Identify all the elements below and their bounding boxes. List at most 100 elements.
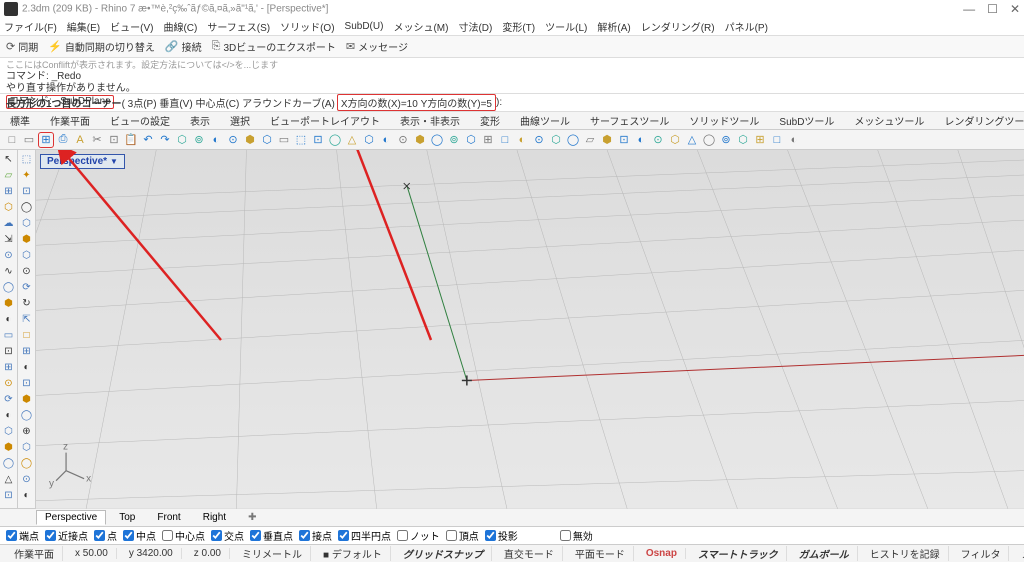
tool-i1[interactable]: ⬡: [174, 132, 190, 148]
tool-new[interactable]: □: [4, 132, 20, 148]
st2-13[interactable]: ◐: [19, 360, 34, 375]
st1-8[interactable]: ◯: [1, 280, 16, 295]
st2-15[interactable]: ⬢: [19, 392, 34, 407]
tool-i8[interactable]: ⬚: [293, 132, 309, 148]
prompt-options[interactable]: ( 3点(P) 垂直(V) 中心点(C) アラウンドカーブ(A): [122, 95, 335, 110]
message-button[interactable]: ✉メッセージ: [346, 39, 408, 54]
tool-i33[interactable]: ⊚: [718, 132, 734, 148]
st1-20[interactable]: △: [1, 472, 16, 487]
tool-i9[interactable]: ⊡: [310, 132, 326, 148]
osnap-mid-cb[interactable]: [123, 530, 134, 541]
st1-14[interactable]: ⊙: [1, 376, 16, 391]
st1-16[interactable]: ◐: [1, 408, 16, 423]
tool-i5[interactable]: ⬢: [242, 132, 258, 148]
osnap-cen[interactable]: 中心点: [162, 528, 205, 543]
status-smarttrack[interactable]: スマートトラック: [690, 546, 787, 561]
tab-rendertools[interactable]: レンダリングツール: [938, 113, 1024, 128]
tab-select[interactable]: 選択: [224, 113, 256, 128]
tab-surfacetools[interactable]: サーフェスツール: [584, 113, 675, 128]
tool-i21[interactable]: ◐: [514, 132, 530, 148]
tool-i22[interactable]: ⊙: [531, 132, 547, 148]
menu-analyze[interactable]: 解析(A): [597, 19, 630, 34]
st2-12[interactable]: ⊞: [19, 344, 34, 359]
tab-viewset[interactable]: ビューの設定: [104, 113, 176, 128]
st2-5[interactable]: ⬢: [19, 232, 34, 247]
osnap-quad-cb[interactable]: [338, 530, 349, 541]
tool-i19[interactable]: ⊞: [480, 132, 496, 148]
osnap-quad[interactable]: 四半円点: [338, 528, 391, 543]
status-gumball[interactable]: ガムボール: [791, 546, 858, 561]
tool-i32[interactable]: ◯: [701, 132, 717, 148]
menu-panels[interactable]: パネル(P): [725, 19, 768, 34]
tool-i20[interactable]: □: [497, 132, 513, 148]
status-filter[interactable]: フィルタ: [953, 546, 1010, 561]
osnap-vertex-cb[interactable]: [446, 530, 457, 541]
tool-i31[interactable]: △: [684, 132, 700, 148]
tool-i25[interactable]: ▱: [582, 132, 598, 148]
tab-visibility[interactable]: 表示・非表示: [394, 113, 466, 128]
menu-transform[interactable]: 変形(T): [502, 19, 535, 34]
tool-i24[interactable]: ◯: [565, 132, 581, 148]
tool-i37[interactable]: ◐: [786, 132, 802, 148]
tool-i16[interactable]: ◯: [429, 132, 445, 148]
autoswitch-button[interactable]: ⚡自動同期の切り替え: [48, 39, 155, 54]
tab-meshtools[interactable]: メッシュツール: [848, 113, 930, 128]
tool-cut[interactable]: ✂: [89, 132, 105, 148]
tool-i14[interactable]: ⊙: [395, 132, 411, 148]
menu-surface[interactable]: サーフェス(S): [207, 19, 270, 34]
tool-subdplane[interactable]: ⊞: [38, 132, 54, 148]
viewtab-front[interactable]: Front: [148, 510, 189, 525]
st2-18[interactable]: ⬡: [19, 440, 34, 455]
connect-button[interactable]: 🔗接続: [165, 39, 202, 54]
tab-subdtools[interactable]: SubDツール: [773, 113, 840, 128]
prompt-xy-options[interactable]: X方向の数(X)=10 Y方向の数(Y)=5: [337, 94, 496, 111]
tool-i7[interactable]: ▭: [276, 132, 292, 148]
tab-transform[interactable]: 変形: [474, 113, 506, 128]
st1-17[interactable]: ⬡: [1, 424, 16, 439]
tool-i4[interactable]: ⊙: [225, 132, 241, 148]
st1-12[interactable]: ⊡: [1, 344, 16, 359]
tool-a[interactable]: A: [72, 132, 88, 148]
st1-2[interactable]: ⊞: [1, 184, 16, 199]
osnap-perp[interactable]: 垂直点: [250, 528, 293, 543]
st2-3[interactable]: ◯: [19, 200, 34, 215]
st2-17[interactable]: ⊕: [19, 424, 34, 439]
menu-render[interactable]: レンダリング(R): [641, 19, 715, 34]
tab-cplane[interactable]: 作業平面: [44, 113, 96, 128]
menu-file[interactable]: ファイル(F): [4, 19, 57, 34]
tool-i34[interactable]: ⬡: [735, 132, 751, 148]
status-record[interactable]: ヒストリを記録: [862, 546, 949, 561]
st2-16[interactable]: ◯: [19, 408, 34, 423]
menu-curve[interactable]: 曲線(C): [163, 19, 197, 34]
viewtab-perspective[interactable]: Perspective: [36, 510, 106, 525]
st2-11[interactable]: □: [19, 328, 34, 343]
st1-5[interactable]: ⇲: [1, 232, 16, 247]
command-prompt[interactable]: 長方形の1つ目のコーナー ( 3点(P) 垂直(V) 中心点(C) アラウンドカ…: [0, 94, 1024, 112]
st1-1[interactable]: ▱: [1, 168, 16, 183]
tool-open[interactable]: ▭: [21, 132, 37, 148]
st1-10[interactable]: ◐: [1, 312, 16, 327]
osnap-point-cb[interactable]: [94, 530, 105, 541]
tab-curvetools[interactable]: 曲線ツール: [514, 113, 576, 128]
status-osnap[interactable]: Osnap: [638, 548, 686, 559]
tab-vplayout[interactable]: ビューポートレイアウト: [264, 113, 386, 128]
st1-11[interactable]: ▭: [1, 328, 16, 343]
sync-button[interactable]: ⟳同期: [6, 39, 38, 54]
osnap-int[interactable]: 交点: [211, 528, 244, 543]
st2-9[interactable]: ↻: [19, 296, 34, 311]
status-gridsnap[interactable]: グリッドスナップ: [395, 546, 492, 561]
osnap-cen-cb[interactable]: [162, 530, 173, 541]
tool-i23[interactable]: ⬡: [548, 132, 564, 148]
osnap-perp-cb[interactable]: [250, 530, 261, 541]
status-planar[interactable]: 平面モード: [567, 546, 634, 561]
tab-solidtools[interactable]: ソリッドツール: [683, 113, 765, 128]
tool-i3[interactable]: ◐: [208, 132, 224, 148]
osnap-knot-cb[interactable]: [397, 530, 408, 541]
osnap-end[interactable]: 端点: [6, 528, 39, 543]
st1-7[interactable]: ∿: [1, 264, 16, 279]
tool-i29[interactable]: ⊙: [650, 132, 666, 148]
tool-i36[interactable]: □: [769, 132, 785, 148]
st2-7[interactable]: ⊙: [19, 264, 34, 279]
tool-redo[interactable]: ↷: [157, 132, 173, 148]
tool-copy[interactable]: ⊡: [106, 132, 122, 148]
